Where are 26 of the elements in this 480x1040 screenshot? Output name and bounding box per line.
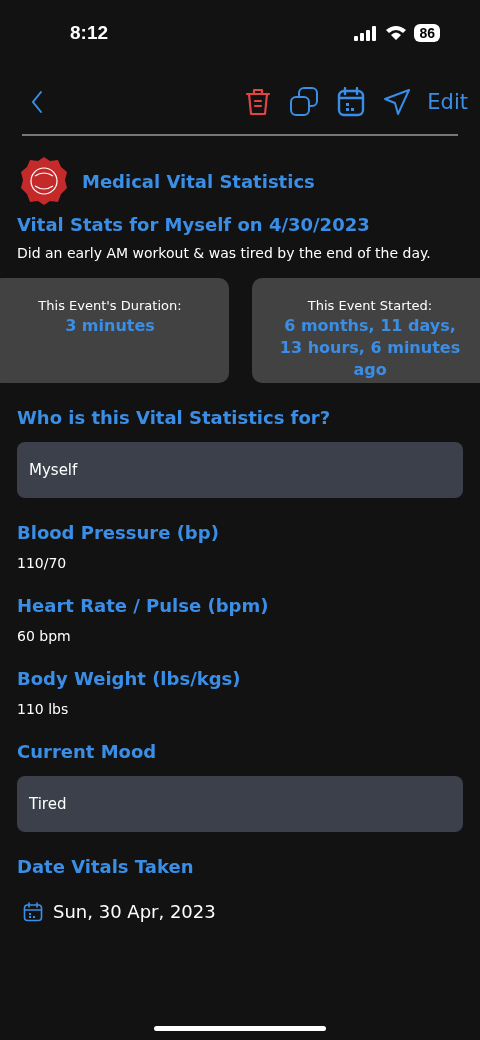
status-time: 8:12 [70, 22, 109, 44]
card-value: 6 months, 11 days, 13 hours, 6 minutes ago [278, 315, 462, 381]
date-value[interactable]: Sun, 30 Apr, 2023 [53, 901, 216, 922]
value-field[interactable]: Tired [17, 776, 463, 832]
edit-button[interactable]: Edit [427, 90, 468, 114]
value-field[interactable]: Myself [17, 442, 463, 498]
calendar-icon [23, 901, 43, 922]
card-value: 3 minutes [64, 315, 156, 337]
field-value: 110 lbs [17, 701, 69, 717]
battery-indicator: 86 [414, 24, 440, 42]
card-label: This Event Started: [307, 298, 433, 313]
field-label: Heart Rate / Pulse (bpm) [17, 595, 269, 616]
seal-logo-icon [20, 156, 68, 206]
field-label: Body Weight (lbs/kgs) [17, 668, 241, 689]
category-title: Medical Vital Statistics [82, 170, 315, 192]
signal-icon [354, 25, 379, 41]
field-value: 110/70 [17, 555, 67, 571]
field-label: Who is this Vital Statistics for? [17, 407, 331, 428]
field-value: 60 bpm [17, 628, 71, 644]
field-label: Blood Pressure (bp) [17, 522, 219, 543]
field-label: Current Mood [17, 741, 157, 762]
card-label: This Event's Duration: [38, 298, 182, 313]
event-title: Vital Stats for Myself on 4/30/2023 [16, 213, 371, 235]
wifi-icon [385, 25, 408, 41]
event-note: Did an early AM workout & was tired by the end of the day. [16, 244, 432, 261]
field-label: Date Vitals Taken [17, 856, 194, 877]
